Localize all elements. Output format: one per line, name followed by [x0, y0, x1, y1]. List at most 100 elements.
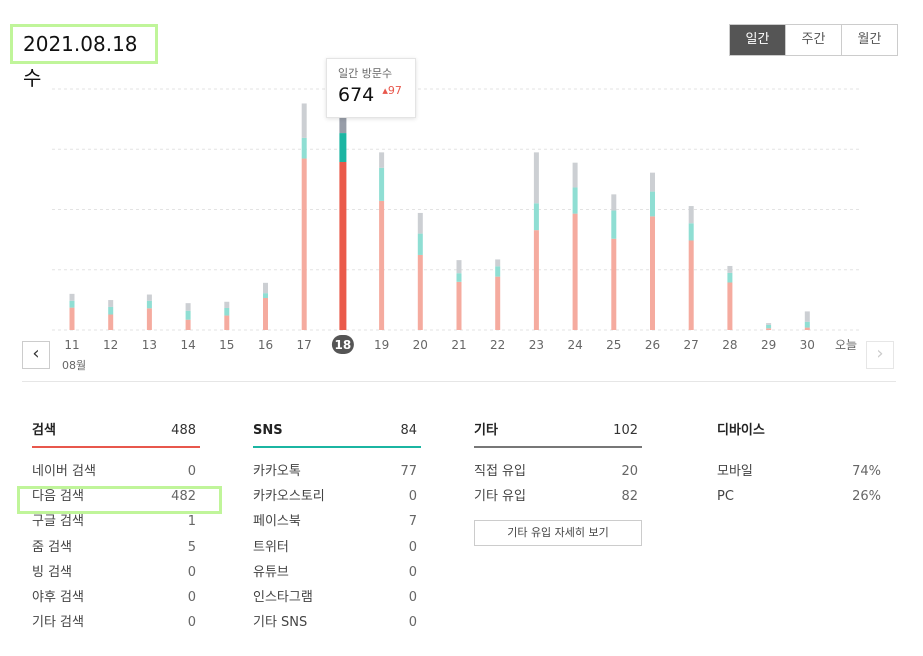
bar-segment[interactable]: [69, 300, 75, 308]
bar-segment[interactable]: [224, 307, 230, 316]
x-tick-label[interactable]: 29: [761, 338, 776, 352]
bar-segment[interactable]: [456, 273, 462, 282]
x-tick-label[interactable]: 19: [374, 338, 389, 352]
next-button[interactable]: ›: [866, 341, 894, 369]
x-tick-label[interactable]: 24: [567, 338, 582, 352]
x-tick-label[interactable]: 16: [258, 338, 273, 352]
bar-segment[interactable]: [572, 213, 578, 330]
bar-segment[interactable]: [69, 307, 75, 330]
bar-segment[interactable]: [572, 187, 578, 214]
sns-stats: SNS 84 카카오톡 77 카카오스토리 0 페이스북 7 트위터 0 유튜브 0 인스…: [253, 418, 421, 635]
bar-segment[interactable]: [495, 276, 501, 330]
x-tick-label[interactable]: 13: [142, 338, 157, 352]
bar-segment[interactable]: [572, 162, 578, 188]
bar-segment[interactable]: [650, 172, 655, 192]
x-tick-label[interactable]: 14: [180, 338, 195, 352]
bar-segment[interactable]: [263, 297, 268, 330]
tooltip-delta: ▴97: [382, 84, 402, 97]
list-item: 빙 검색 0: [32, 564, 196, 580]
bar-segment[interactable]: [379, 152, 385, 168]
x-tick-label[interactable]: 25: [606, 338, 621, 352]
x-tick-label[interactable]: 28: [722, 338, 737, 352]
prev-button[interactable]: ‹: [22, 341, 50, 369]
bar-segment[interactable]: [688, 206, 694, 224]
bar-segment[interactable]: [263, 293, 268, 298]
list-item: 유튜브 0: [253, 564, 417, 580]
bar-segment[interactable]: [379, 167, 385, 201]
bar-segment[interactable]: [185, 303, 191, 311]
bar-segment[interactable]: [146, 308, 152, 330]
bar-segment[interactable]: [727, 282, 733, 330]
bar-segment[interactable]: [263, 282, 268, 294]
bar-segment[interactable]: [417, 254, 423, 330]
list-item: 페이스북 7: [253, 514, 417, 530]
x-tick-label[interactable]: 18: [335, 338, 352, 352]
bar-segment[interactable]: [108, 314, 114, 330]
bar-segment[interactable]: [804, 327, 810, 330]
x-tick-label[interactable]: 26: [645, 338, 660, 352]
device-stats: 디바이스 모바일 74% PC 26%: [717, 418, 885, 509]
bar-segment[interactable]: [650, 191, 655, 217]
x-tick-label[interactable]: 15: [219, 338, 234, 352]
bar-segment[interactable]: [301, 137, 307, 159]
bar-segment[interactable]: [301, 158, 307, 330]
bar-segment[interactable]: [533, 230, 539, 330]
bar-segment[interactable]: [379, 200, 385, 330]
bar-segment[interactable]: [804, 321, 810, 328]
x-tick-label[interactable]: 22: [490, 338, 505, 352]
x-tick-label[interactable]: 오늘: [835, 338, 857, 352]
bar-segment[interactable]: [301, 103, 307, 138]
other-title: 기타: [474, 423, 498, 438]
bar-segment[interactable]: [69, 293, 75, 301]
bar-segment[interactable]: [766, 323, 772, 325]
bar-segment[interactable]: [108, 300, 114, 307]
bar-segment[interactable]: [417, 233, 423, 255]
bar-segment[interactable]: [611, 238, 617, 330]
bar-segment[interactable]: [185, 310, 191, 320]
search-total: 488: [171, 423, 196, 438]
bar-segment[interactable]: [495, 266, 501, 277]
bar-segment[interactable]: [456, 281, 462, 330]
x-tick-label[interactable]: 17: [297, 338, 312, 352]
bar-segment[interactable]: [146, 300, 152, 309]
bar-segment[interactable]: [533, 203, 539, 231]
bar-segment[interactable]: [108, 306, 114, 315]
bar-segment[interactable]: [611, 194, 617, 211]
bar-segment[interactable]: [804, 311, 810, 322]
bar-segment[interactable]: [727, 265, 733, 273]
x-tick-label[interactable]: 27: [684, 338, 699, 352]
search-stats: 검색 488 네이버 검색 0 다음 검색 482 구글 검색 1 줌 검색 5 빙 검…: [32, 418, 200, 635]
list-item: 인스타그램 0: [253, 589, 417, 605]
sns-total: 84: [400, 423, 417, 438]
bar-segment[interactable]: [766, 328, 772, 330]
x-tick-label[interactable]: 23: [529, 338, 544, 352]
bar-segment[interactable]: [533, 152, 539, 204]
bar-segment[interactable]: [688, 240, 694, 330]
bar-segment[interactable]: [688, 223, 694, 241]
bar-segment[interactable]: [495, 259, 501, 267]
list-item: 기타 유입 82: [474, 489, 638, 505]
bar-segment[interactable]: [224, 301, 230, 308]
x-tick-label[interactable]: 20: [413, 338, 428, 352]
x-tick-label[interactable]: 11: [64, 338, 79, 352]
device-header: 디바이스: [717, 418, 885, 448]
bar-segment[interactable]: [456, 260, 462, 274]
x-tick-label[interactable]: 30: [800, 338, 815, 352]
bar-segment[interactable]: [766, 324, 772, 329]
bar-segment[interactable]: [417, 212, 423, 234]
bar-segment[interactable]: [185, 319, 191, 330]
other-stats: 기타 102 직접 유입 20 기타 유입 82: [474, 418, 642, 509]
bar-segment[interactable]: [650, 216, 655, 330]
bar-segment[interactable]: [224, 315, 230, 330]
bar-segment[interactable]: [339, 161, 347, 330]
list-item: PC 26%: [717, 489, 881, 505]
x-tick-label[interactable]: 21: [451, 338, 466, 352]
bar-segment[interactable]: [146, 294, 152, 301]
bar-segment[interactable]: [727, 272, 733, 283]
bar-segment[interactable]: [339, 133, 347, 162]
bar-segment[interactable]: [611, 210, 617, 239]
other-detail-button[interactable]: 기타 유입 자세히 보기: [474, 520, 642, 546]
daily-visits-chart: 11 12 13 14 15 16 17 18 19 20 21 22 23 24 25 26 27 28 29 30…: [52, 88, 862, 372]
tooltip-label: 일간 방문수: [338, 67, 393, 80]
x-tick-label[interactable]: 12: [103, 338, 118, 352]
